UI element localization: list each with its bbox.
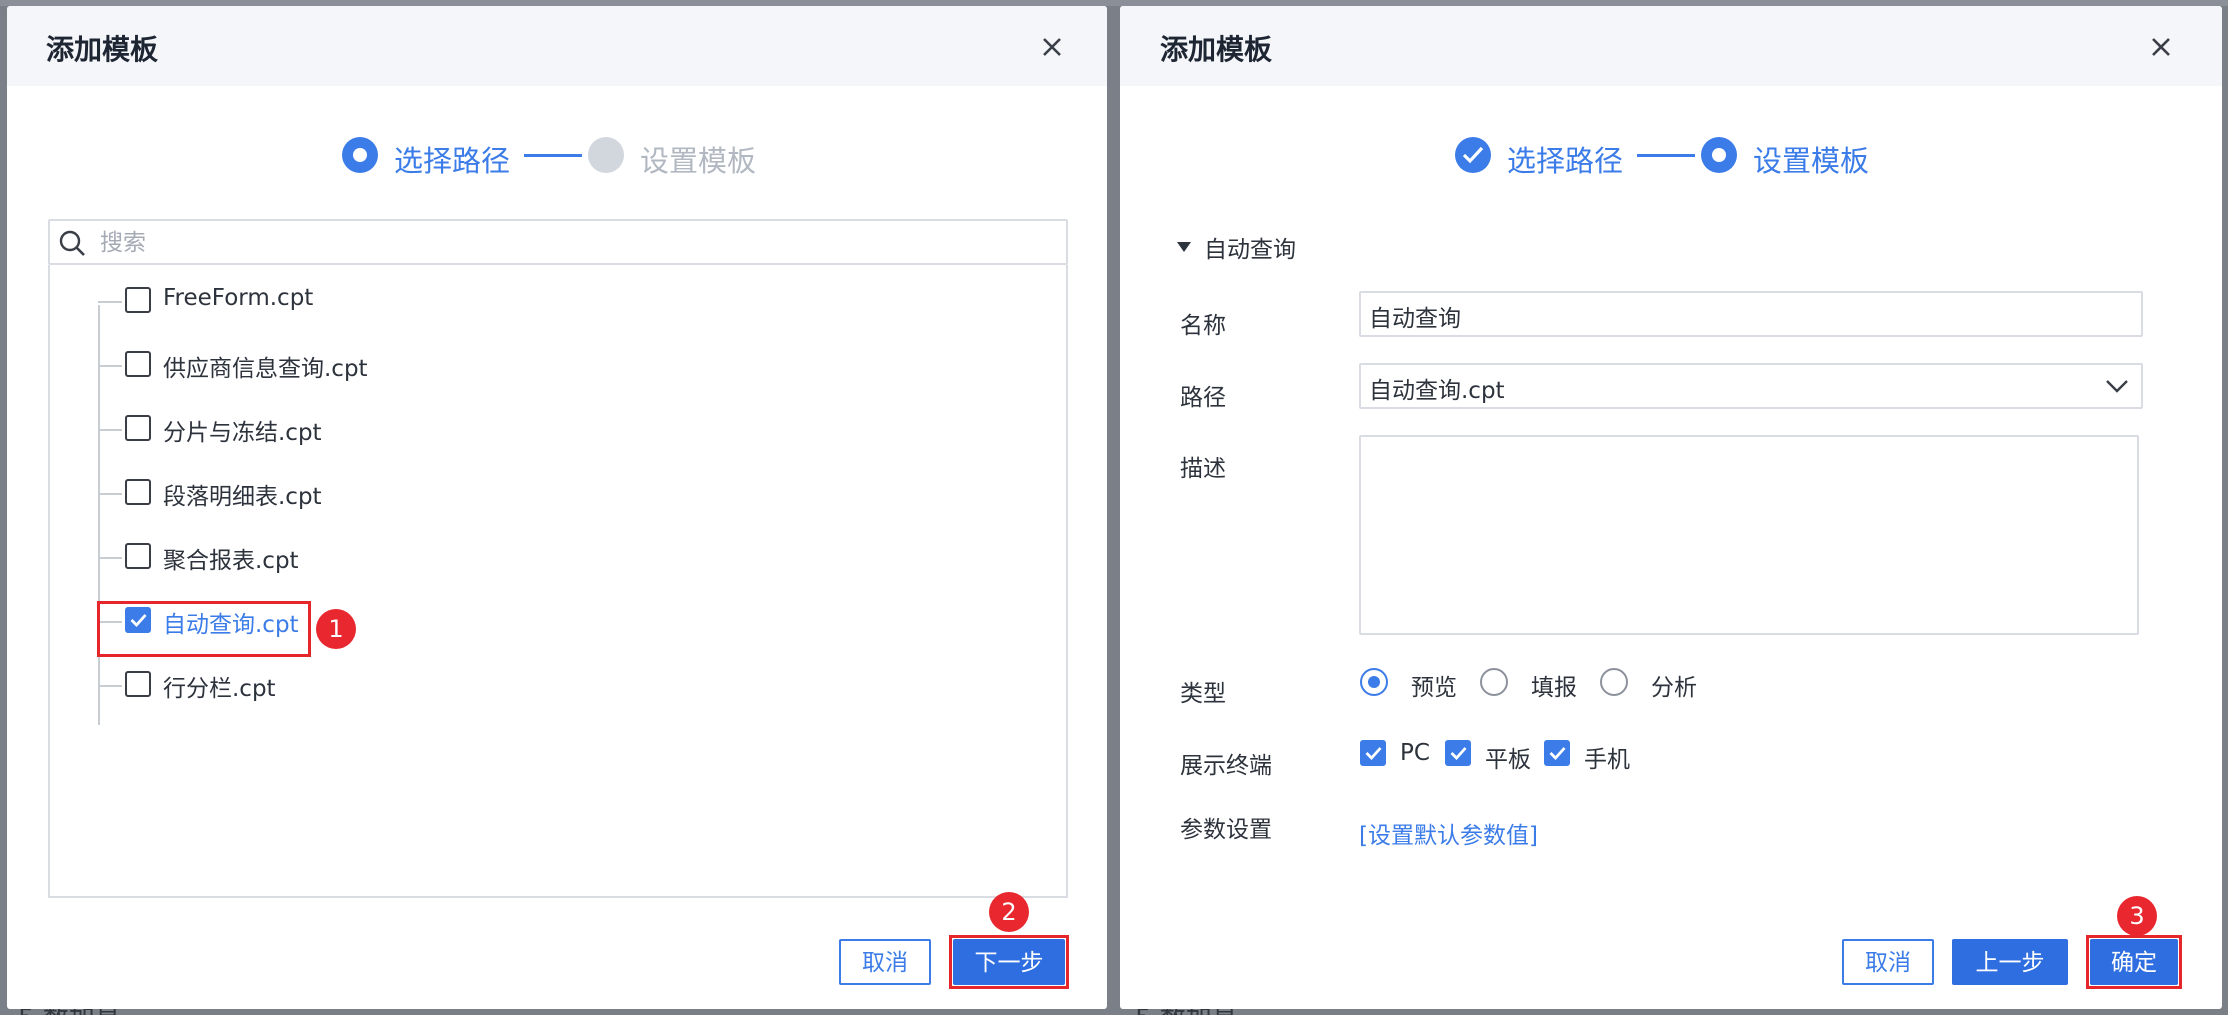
chevron-down-icon [2106,380,2128,393]
step-connector [524,154,582,157]
checkbox[interactable] [125,479,151,505]
step-2-active-dot-icon [1701,137,1737,173]
tree-item[interactable]: FreeForm.cpt [98,279,698,319]
step-1-done-check-icon [1455,137,1491,173]
tree-item[interactable]: 聚合报表.cpt [98,535,698,575]
tree-branch-line [98,365,122,367]
stepper: 选择路径 设置模板 [342,132,762,178]
tree-item-label: 段落明细表.cpt [163,484,322,510]
terminal-option-label: 手机 [1584,747,1630,773]
tree-branch-line [98,493,122,495]
dialog-header: 添加模板 [1120,6,2222,86]
search-input[interactable] [100,225,1050,261]
terminal-checkbox-pc[interactable] [1360,740,1386,766]
checkbox[interactable] [125,671,151,697]
check-icon [1365,747,1382,760]
name-label: 名称 [1180,313,1226,339]
path-select[interactable]: 自动查询.cpt [1359,363,2143,409]
set-default-params-link[interactable]: [设置默认参数值] [1359,816,1538,850]
dialog-header: 添加模板 [7,6,1107,86]
check-icon [1462,146,1484,164]
close-button[interactable] [1037,32,1067,62]
cancel-button[interactable]: 取消 [839,939,931,985]
tree-item-label: 行分栏.cpt [163,676,276,702]
tree-item-label: FreeForm.cpt [163,285,314,311]
step-2-label: 设置模板 [1753,144,1870,178]
type-radio-fill[interactable] [1480,668,1508,696]
template-tree: FreeForm.cpt 供应商信息查询.cpt 分片与冻结.cpt 段落明细表… [48,265,1068,898]
annotation-highlight-selected-item [97,601,311,657]
terminal-option-label: PC [1400,740,1430,766]
annotation-highlight-next [949,935,1069,989]
tree-item[interactable]: 分片与冻结.cpt [98,407,698,447]
search-icon [59,230,85,256]
step-1-label: 选择路径 [1507,144,1624,178]
step-1-label: 选择路径 [394,144,511,178]
tree-branch-line [98,557,122,559]
add-template-dialog-step2: 添加模板 选择路径 设置模板 自动查询 名称 自动查询 路径 自动查询.cpt … [1120,6,2222,1009]
annotation-badge-1: 1 [316,609,356,649]
terminal-checkbox-phone[interactable] [1544,740,1570,766]
stepper: 选择路径 设置模板 [1455,132,1875,178]
close-button[interactable] [2146,32,2176,62]
type-label: 类型 [1180,681,1226,707]
tree-item[interactable]: 行分栏.cpt [98,663,698,703]
tree-item-label: 聚合报表.cpt [163,548,299,574]
check-icon [1450,747,1467,760]
type-option-label: 预览 [1411,675,1457,701]
type-option-label: 分析 [1651,675,1697,701]
type-radio-analyze[interactable] [1600,668,1628,696]
terminal-label: 展示终端 [1180,753,1272,779]
dialog-title: 添加模板 [46,33,159,66]
checkbox[interactable] [125,351,151,377]
terminal-checkbox-tablet[interactable] [1445,740,1471,766]
close-icon [2152,38,2170,56]
name-input[interactable]: 自动查询 [1359,291,2143,337]
step-2-label: 设置模板 [640,144,757,178]
add-template-dialog-step1: 添加模板 选择路径 设置模板 FreeForm.cpt 供应商信息 [7,6,1107,1009]
tree-branch-line [98,301,122,303]
param-label: 参数设置 [1180,817,1272,843]
step-2-inactive-dot-icon [588,137,624,173]
cancel-button[interactable]: 取消 [1842,939,1934,985]
annotation-highlight-confirm [2086,935,2182,989]
step-connector [1637,154,1695,157]
checkbox[interactable] [125,287,151,313]
tree-item[interactable]: 供应商信息查询.cpt [98,343,698,383]
close-icon [1043,38,1061,56]
path-label: 路径 [1180,385,1226,411]
annotation-badge-3: 3 [2117,896,2157,936]
section-title: 自动查询 [1204,237,1296,263]
tree-item-label: 分片与冻结.cpt [163,420,322,446]
type-radio-preview[interactable] [1360,668,1388,696]
checkbox[interactable] [125,543,151,569]
annotation-badge-2: 2 [989,892,1029,932]
description-textarea[interactable] [1359,435,2139,635]
check-icon [1549,747,1566,760]
caret-down-icon [1177,242,1191,252]
terminal-option-label: 平板 [1485,747,1531,773]
type-option-label: 填报 [1531,675,1577,701]
path-select-value: 自动查询.cpt [1369,378,1505,404]
tree-item[interactable]: 段落明细表.cpt [98,471,698,511]
dialog-title: 添加模板 [1160,33,1273,66]
search-box [48,219,1068,265]
description-label: 描述 [1180,456,1226,482]
tree-branch-line [98,685,122,687]
step-1-active-dot-icon [342,137,378,173]
checkbox[interactable] [125,415,151,441]
tree-item-label: 供应商信息查询.cpt [163,356,368,382]
tree-branch-line [98,429,122,431]
previous-step-button[interactable]: 上一步 [1952,939,2068,985]
